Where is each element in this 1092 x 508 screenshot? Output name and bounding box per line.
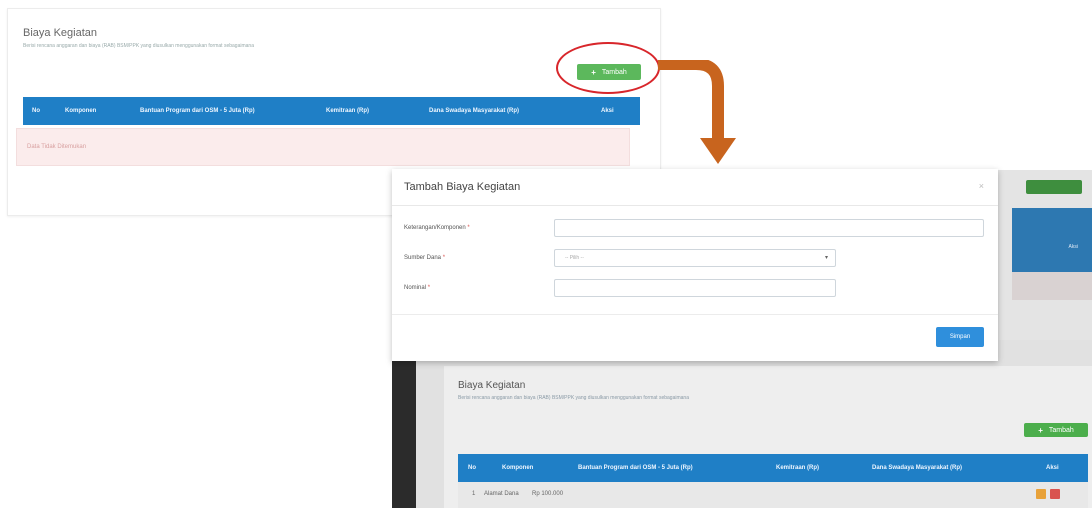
th-kemitraan: Kemitraan (Rp): [776, 465, 820, 471]
highlight-oval: [556, 42, 660, 94]
tambah-modal: Tambah Biaya Kegiatan × Keterangan/Kompo…: [392, 169, 998, 361]
row-komponen: Alamat Dana: [484, 491, 519, 497]
field-label-komponen: Keterangan/Komponen *: [404, 225, 470, 231]
field-label-sumber-dana: Sumber Dana *: [404, 255, 446, 261]
delete-icon[interactable]: [1050, 489, 1060, 499]
modal-divider: [392, 205, 998, 206]
bottom-panel-subtitle: Berisi rencana anggaran dan biaya (RAB) …: [458, 395, 689, 401]
bg-aksi-label: Aksi: [1068, 244, 1078, 250]
modal-footer-divider: [392, 314, 998, 315]
modal-title: Tambah Biaya Kegiatan: [404, 181, 521, 193]
th-aksi: Aksi: [1046, 465, 1059, 471]
th-kemitraan: Kemitraan (Rp): [326, 108, 370, 114]
close-icon[interactable]: ×: [979, 181, 984, 191]
bottom-add-button[interactable]: + Tambah: [1024, 423, 1088, 437]
th-bantuan: Bantuan Program dari OSM - 5 Juta (Rp): [578, 465, 693, 471]
chevron-down-icon: ▾: [824, 255, 828, 261]
th-no: No: [32, 108, 40, 114]
bg-add-button: [1026, 180, 1082, 194]
bottom-add-button-label: Tambah: [1048, 426, 1074, 434]
select-value: -- Pilih --: [565, 255, 584, 261]
panel-title: Biaya Kegiatan: [23, 27, 97, 39]
arrow-down-right-icon: [658, 60, 736, 164]
th-swadaya: Dana Swadaya Masyarakat (Rp): [429, 108, 520, 114]
bg-row: [1012, 272, 1092, 300]
plus-icon: +: [1038, 425, 1043, 435]
save-button[interactable]: Simpan: [936, 327, 984, 347]
komponen-input[interactable]: [554, 219, 984, 237]
th-komponen: Komponen: [502, 465, 534, 471]
row-no: 1: [472, 491, 476, 497]
table-header: No Komponen Bantuan Program dari OSM - 5…: [23, 97, 640, 125]
row-nominal: Rp 100.000: [532, 491, 564, 497]
th-bantuan: Bantuan Program dari OSM - 5 Juta (Rp): [140, 108, 255, 114]
empty-row: Data Tidak Ditemukan: [16, 128, 630, 166]
th-komponen: Komponen: [65, 108, 97, 114]
th-no: No: [468, 465, 476, 471]
bottom-table-header: No Komponen Bantuan Program dari OSM - 5…: [458, 454, 1088, 482]
empty-message: Data Tidak Ditemukan: [27, 144, 87, 150]
sidebar-dark: [392, 360, 416, 508]
bg-table-header: Aksi: [1012, 208, 1092, 272]
th-swadaya: Dana Swadaya Masyarakat (Rp): [872, 465, 963, 471]
th-aksi: Aksi: [601, 108, 614, 114]
table-row: 1 Alamat Dana Rp 100.000: [458, 482, 1088, 508]
bottom-panel-title: Biaya Kegiatan: [458, 380, 526, 391]
field-label-nominal: Nominal *: [404, 285, 431, 291]
nominal-input[interactable]: [554, 279, 836, 297]
edit-icon[interactable]: [1036, 489, 1046, 499]
sumber-dana-select[interactable]: -- Pilih -- ▾: [554, 249, 836, 267]
panel-subtitle: Berisi rencana anggaran dan biaya (RAB) …: [23, 43, 254, 49]
